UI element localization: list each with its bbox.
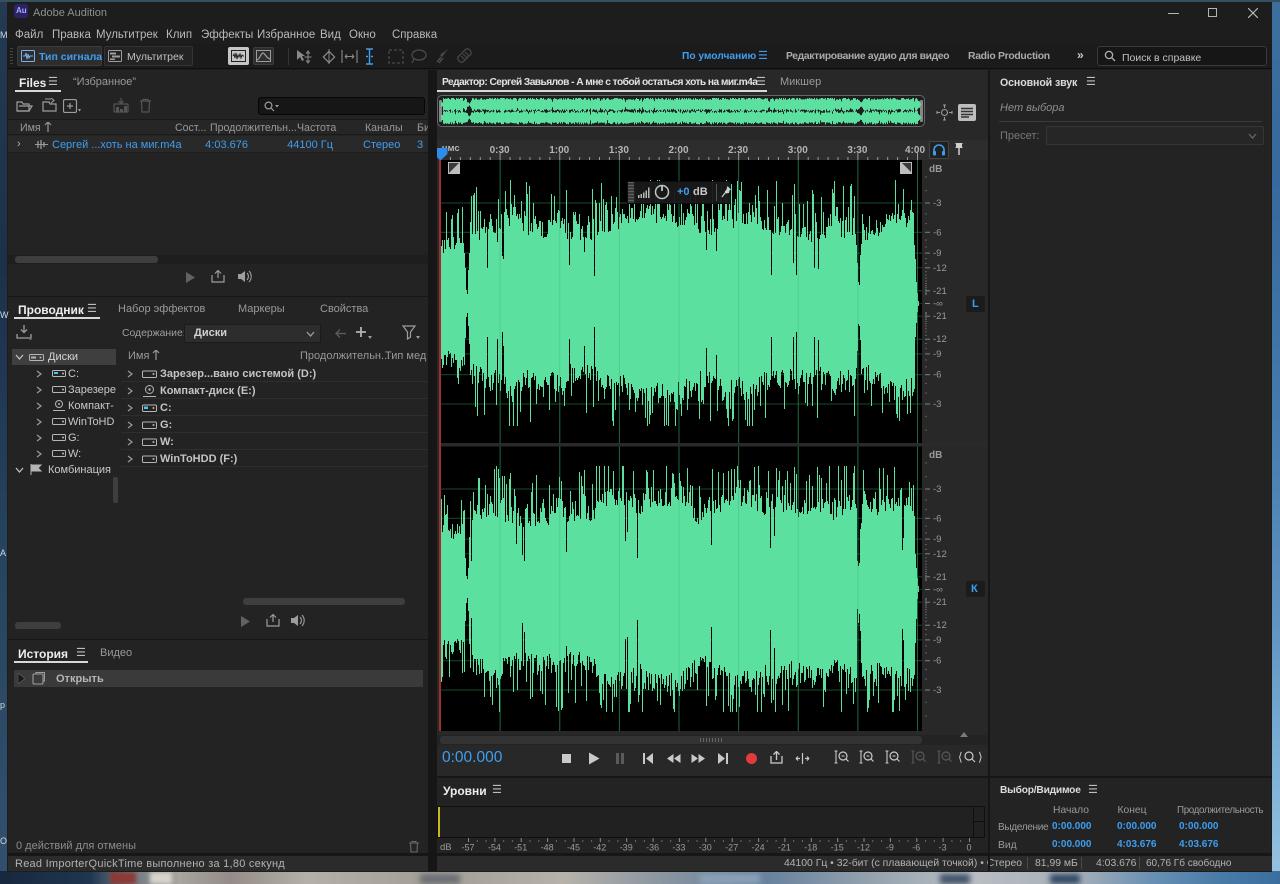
svg-text:-9: -9 [933,635,941,646]
svg-text:-39: -39 [620,843,633,853]
svg-text:-45: -45 [567,843,580,853]
svg-text:1:00: 1:00 [549,145,569,156]
svg-text:dB: dB [440,842,452,853]
svg-text:-30: -30 [699,843,712,853]
svg-text:-3: -3 [933,484,941,495]
svg-text:-12: -12 [933,334,947,345]
svg-text:-3: -3 [933,198,941,209]
svg-text:-3: -3 [939,843,947,853]
svg-text:0:30: 0:30 [490,145,510,156]
svg-text:-21: -21 [933,311,947,322]
svg-text:-6: -6 [912,843,920,853]
svg-text:-∞: -∞ [933,299,943,310]
svg-text:-9: -9 [933,349,941,360]
svg-text:-21: -21 [933,597,947,608]
svg-text:-21: -21 [933,572,947,583]
svg-text:2:00: 2:00 [668,145,688,156]
svg-text:-33: -33 [672,843,685,853]
svg-text:-9: -9 [933,248,941,259]
svg-text:-∞: -∞ [933,585,943,596]
svg-text:-27: -27 [725,843,738,853]
svg-text:3:00: 3:00 [788,145,808,156]
svg-text:-57: -57 [461,843,474,853]
svg-text:2:30: 2:30 [728,145,748,156]
svg-text:-9: -9 [933,534,941,545]
svg-text:-3: -3 [933,685,941,696]
svg-text:1:30: 1:30 [609,145,629,156]
svg-text:-12: -12 [933,549,947,560]
svg-text:-6: -6 [933,513,941,524]
svg-text:-12: -12 [933,263,947,274]
svg-text:-6: -6 [933,656,941,667]
svg-text:-15: -15 [831,843,844,853]
svg-text:-9: -9 [886,843,894,853]
svg-text:dB: dB [929,164,942,175]
svg-text:-51: -51 [514,843,527,853]
svg-text:-6: -6 [933,227,941,238]
svg-text:-54: -54 [488,843,501,853]
svg-text:-24: -24 [752,843,765,853]
svg-text:-6: -6 [933,370,941,381]
svg-text:-48: -48 [541,843,554,853]
svg-text:0: 0 [966,843,971,853]
svg-text:-12: -12 [933,620,947,631]
svg-text:dB: dB [929,450,942,461]
svg-text:-36: -36 [646,843,659,853]
svg-text:3:30: 3:30 [847,145,867,156]
svg-text:-21: -21 [778,843,791,853]
svg-text:-18: -18 [804,843,817,853]
svg-text:-3: -3 [933,399,941,410]
svg-text:-42: -42 [593,843,606,853]
svg-text:-21: -21 [933,286,947,297]
svg-text:-12: -12 [857,843,870,853]
svg-text:4:00: 4:00 [905,145,925,156]
